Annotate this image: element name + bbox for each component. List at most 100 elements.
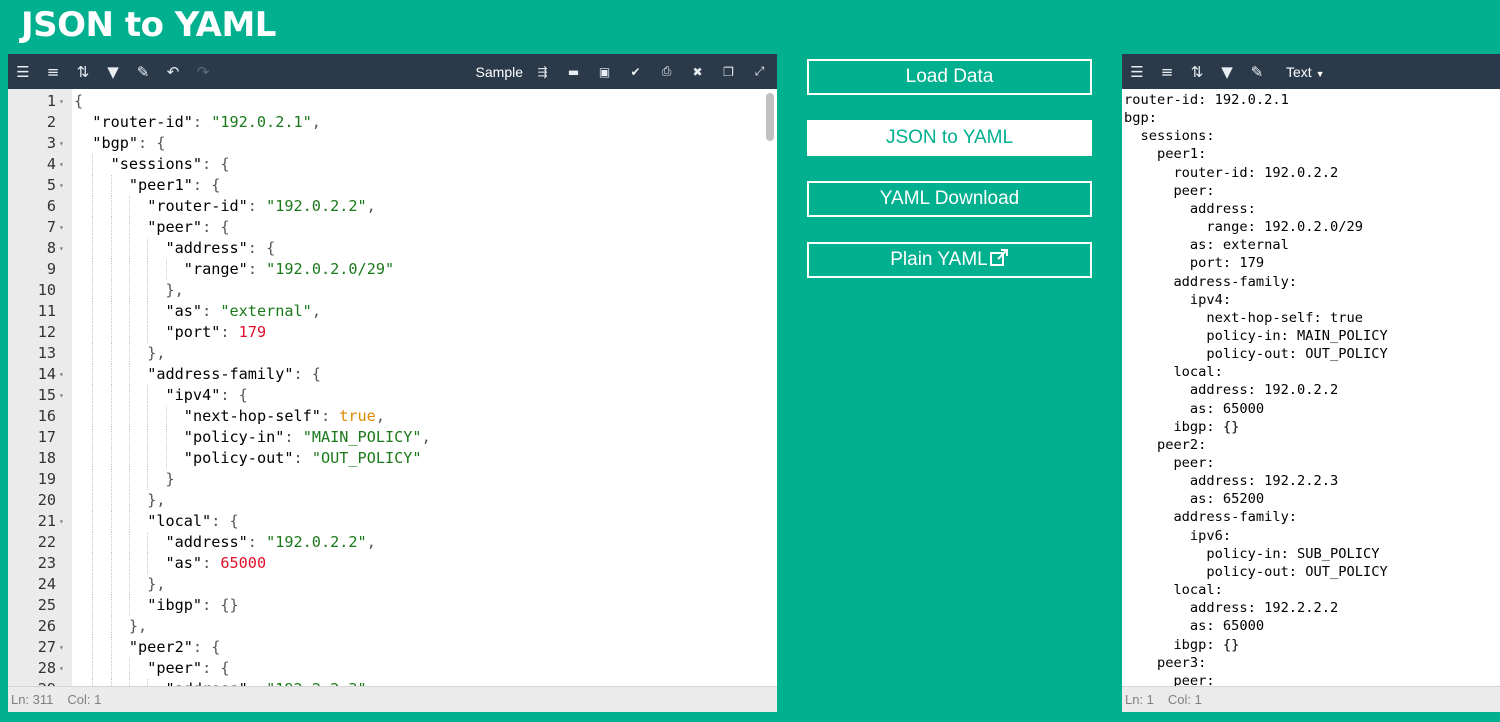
fold-toggle-icon[interactable]: ▾ (59, 133, 69, 154)
line-number: 2 (46, 113, 56, 131)
indent-guide (128, 364, 130, 385)
fullscreen-icon[interactable]: ⤢ (744, 54, 775, 89)
indent-guide (92, 280, 94, 301)
folder-open-icon[interactable]: ▬ (558, 54, 589, 89)
code-token: "local" (147, 512, 212, 530)
sort-icon[interactable]: ⇅ (68, 54, 98, 89)
compact-icon[interactable]: ≡ (38, 54, 68, 89)
clear-icon[interactable]: ✖ (682, 54, 713, 89)
code-token: "peer" (147, 218, 203, 236)
code-text: "ipv4": { (166, 385, 248, 406)
fold-toggle-icon[interactable]: ▾ (59, 364, 69, 385)
code-text: "bgp": { (92, 133, 165, 154)
indent-guide (128, 679, 130, 686)
fold-toggle-icon[interactable]: ▾ (59, 91, 69, 112)
yaml-line: local: (1124, 582, 1223, 599)
code-token: : { (211, 512, 239, 530)
undo-icon[interactable]: ↶ (158, 54, 188, 89)
code-text: "port": 179 (166, 322, 267, 343)
code-token: , (366, 197, 376, 215)
filter-icon[interactable]: ▼ (98, 54, 128, 89)
fold-toggle-icon[interactable]: ▾ (59, 175, 69, 196)
json-code-editor[interactable]: 1 ▾{2 "router-id": "192.0.2.1", 3 ▾ "bgp": {4… (8, 89, 777, 686)
yaml-line: peer1: (1124, 146, 1207, 163)
mode-dropdown[interactable]: Text ▼ (1286, 64, 1325, 80)
indent-guide (165, 427, 167, 448)
indent-guide (128, 259, 130, 280)
redo-icon[interactable]: ↷ (188, 54, 218, 89)
code-token: "192.0.2.1" (211, 113, 312, 131)
fold-toggle-icon[interactable]: ▾ (59, 154, 69, 175)
indent-guide (92, 511, 94, 532)
yaml-line: local: (1124, 364, 1223, 381)
json-to-yaml-button[interactable]: JSON to YAML (807, 120, 1092, 156)
line-number: 18 (37, 449, 56, 467)
chevron-down-icon: ▼ (1315, 68, 1325, 79)
format-indent-icon[interactable]: ☰ (1122, 54, 1152, 89)
code-text: "range": "192.0.2.0/29" (184, 259, 394, 280)
fold-toggle-icon[interactable]: ▾ (59, 658, 69, 679)
check-icon[interactable]: ✔ (620, 54, 651, 89)
fold-toggle-icon[interactable]: ▾ (59, 385, 69, 406)
code-token: : { (192, 638, 221, 656)
fold-toggle-icon[interactable]: ▾ (59, 238, 69, 259)
wrench-icon[interactable]: ✎ (1242, 54, 1272, 89)
indent-guide (147, 532, 149, 553)
code-token: "192.0.2.0/29" (266, 260, 395, 278)
save-icon[interactable]: ▣ (589, 54, 620, 89)
plain-yaml-button[interactable]: Plain YAML (807, 242, 1092, 278)
yaml-output[interactable]: router-id: 192.0.2.1 bgp: sessions: peer1… (1122, 89, 1500, 686)
external-link-icon (989, 249, 1008, 266)
indent-guide (147, 301, 149, 322)
sample-button[interactable]: Sample (476, 64, 523, 80)
indent-guide (128, 532, 130, 553)
indent-guide (128, 595, 130, 616)
format-indent-icon[interactable]: ☰ (8, 54, 38, 89)
code-token: "ipv4" (165, 386, 221, 404)
code-token: "192.0.2.2" (266, 533, 367, 551)
yaml-statusbar: Ln: 1 Col: 1 (1122, 686, 1500, 712)
indent-guide (110, 196, 112, 217)
code-text: "address": { (166, 238, 276, 259)
yaml-line: ibgp: {} (1124, 636, 1240, 653)
cursor-line: Ln: 1 (1125, 692, 1154, 707)
print-icon[interactable]: ⎙ (651, 54, 682, 89)
code-text: } (166, 469, 175, 490)
json-editor-statusbar: Ln: 311 Col: 1 (8, 686, 777, 712)
yaml-line: peer: (1124, 182, 1215, 199)
yaml-download-button[interactable]: YAML Download (807, 181, 1092, 217)
editor-scrollbar[interactable] (766, 93, 774, 141)
wrench-icon[interactable]: ✎ (128, 54, 158, 89)
code-text: }, (166, 280, 184, 301)
load-data-button[interactable]: Load Data (807, 59, 1092, 95)
line-number: 23 (37, 554, 56, 572)
line-number: 24 (37, 575, 56, 593)
code-text: "address": "192.2.2.3" (166, 679, 367, 686)
filter-icon[interactable]: ▼ (1212, 54, 1242, 89)
sort-icon[interactable]: ⇅ (1182, 54, 1212, 89)
code-text: "local": { (147, 511, 238, 532)
usb-icon[interactable]: ⇶ (527, 54, 558, 89)
compact-icon[interactable]: ≡ (1152, 54, 1182, 89)
copy-icon[interactable]: ❐ (713, 54, 744, 89)
line-number: 28 (37, 659, 56, 677)
indent-guide (128, 238, 130, 259)
fold-toggle-icon[interactable]: ▾ (59, 511, 69, 532)
line-number: 3 (46, 134, 56, 152)
line-number: 8 (46, 239, 56, 257)
code-token: "router-id" (92, 113, 193, 131)
code-text: "policy-in": "MAIN_POLICY", (184, 427, 431, 448)
code-token: "address" (165, 533, 248, 551)
code-token: "ibgp" (147, 596, 203, 614)
indent-guide (92, 175, 94, 196)
yaml-line: router-id: 192.0.2.2 (1124, 164, 1339, 181)
indent-guide (110, 511, 112, 532)
fold-toggle-icon[interactable]: ▾ (59, 217, 69, 238)
indent-guide (110, 217, 112, 238)
fold-toggle-icon[interactable]: ▾ (59, 637, 69, 658)
code-text: "address-family": { (147, 364, 321, 385)
indent-guide (165, 259, 167, 280)
line-number: 10 (37, 281, 56, 299)
indent-guide (110, 595, 112, 616)
line-number: 7 (46, 218, 56, 236)
